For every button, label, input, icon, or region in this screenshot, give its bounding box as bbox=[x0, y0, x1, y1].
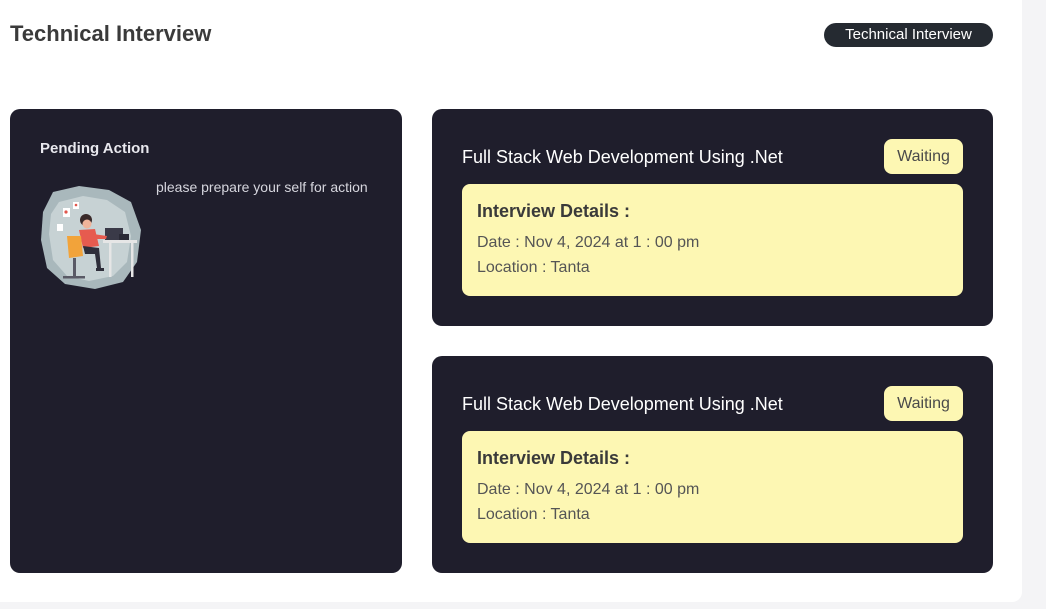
pending-action-title: Pending Action bbox=[40, 140, 150, 157]
job-card[interactable]: Full Stack Web Development Using .Net Wa… bbox=[432, 356, 993, 573]
job-card[interactable]: Full Stack Web Development Using .Net Wa… bbox=[432, 109, 993, 326]
interview-date-value: Nov 4, 2024 at 1 : 00 pm bbox=[524, 234, 700, 251]
interview-location-label: Location : bbox=[477, 259, 551, 276]
page-container: Technical Interview Technical Interview … bbox=[0, 0, 1022, 602]
interview-date-value: Nov 4, 2024 at 1 : 00 pm bbox=[524, 481, 700, 498]
interview-date-label: Date : bbox=[477, 481, 525, 498]
pending-action-message: please prepare your self for action bbox=[156, 179, 368, 195]
page-title: Technical Interview bbox=[10, 21, 212, 46]
interview-location-label: Location : bbox=[477, 506, 551, 523]
stage-badge: Technical Interview bbox=[824, 23, 993, 47]
interview-details-box: Interview Details : Date : Nov 4, 2024 a… bbox=[462, 431, 963, 543]
interview-location: Location : Tanta bbox=[477, 259, 590, 277]
interview-date: Date : Nov 4, 2024 at 1 : 00 pm bbox=[477, 234, 699, 252]
person-at-desk-illustration bbox=[41, 186, 141, 289]
status-badge: Waiting bbox=[884, 386, 963, 421]
job-title[interactable]: Full Stack Web Development Using .Net bbox=[462, 394, 783, 415]
job-title[interactable]: Full Stack Web Development Using .Net bbox=[462, 147, 783, 168]
interview-location-value: Tanta bbox=[550, 506, 590, 523]
interview-location-value: Tanta bbox=[550, 259, 590, 276]
interview-date: Date : Nov 4, 2024 at 1 : 00 pm bbox=[477, 481, 699, 499]
pending-action-card: Pending Action please prepare your self bbox=[10, 109, 402, 573]
interview-details-heading: Interview Details : bbox=[477, 201, 631, 221]
interview-details-box: Interview Details : Date : Nov 4, 2024 a… bbox=[462, 184, 963, 296]
interview-details-heading: Interview Details : bbox=[477, 448, 631, 468]
status-badge: Waiting bbox=[884, 139, 963, 174]
interview-location: Location : Tanta bbox=[477, 506, 590, 524]
interview-date-label: Date : bbox=[477, 234, 525, 251]
